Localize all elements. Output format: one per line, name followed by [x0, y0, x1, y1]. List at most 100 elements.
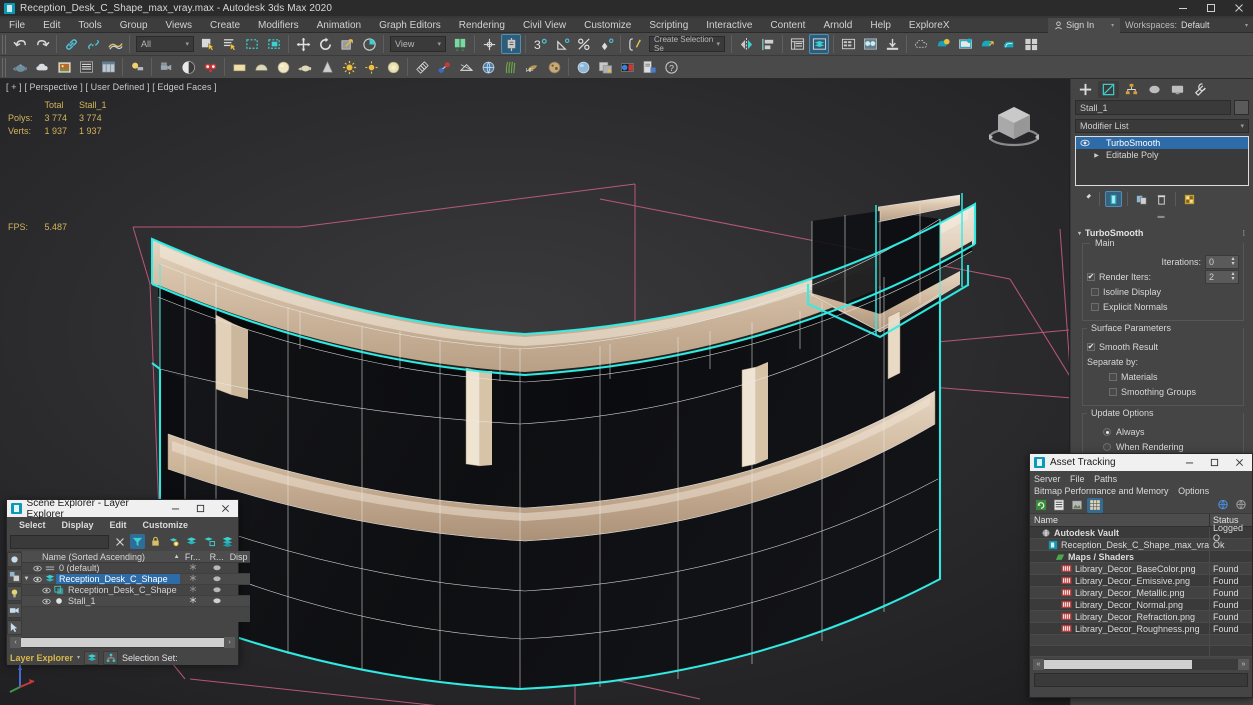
hierarchy-tab[interactable] — [1121, 81, 1142, 98]
render-iters-spinner[interactable]: 2 ▴ ▾ — [1205, 270, 1239, 284]
snaps-toggle-3d-button[interactable]: 3 — [530, 34, 550, 54]
column-display[interactable]: Disp — [228, 552, 250, 562]
toggle-scene-explorer-button[interactable] — [838, 34, 858, 54]
lightbulb-icon[interactable] — [7, 586, 22, 601]
frozen-cell[interactable] — [180, 574, 206, 584]
explicit-normals-checkbox[interactable] — [1091, 303, 1099, 311]
spinner-snap-toggle-button[interactable] — [596, 34, 616, 54]
column-name[interactable]: Name (Sorted Ascending) — [22, 552, 174, 562]
mirror-button[interactable] — [736, 34, 756, 54]
smoothing-groups-checkbox[interactable] — [1109, 388, 1117, 396]
use-pivot-point-center-button[interactable] — [450, 34, 470, 54]
camera-filter-icon[interactable] — [7, 603, 22, 618]
sort-hierarchy-icon[interactable] — [7, 569, 22, 584]
list-view-icon[interactable] — [1051, 498, 1067, 513]
select-and-link-button[interactable] — [61, 34, 81, 54]
modify-tab[interactable] — [1098, 80, 1119, 98]
spinner-arrows-icon[interactable]: ▴ ▾ — [1229, 271, 1237, 283]
remove-modifier-icon[interactable] — [1153, 191, 1170, 207]
object-paint-button[interactable] — [544, 57, 564, 77]
table-row[interactable]: Library_Decor_BaseColor.png Found — [1030, 563, 1252, 575]
table-row[interactable]: Library_Decor_Refraction.png Found — [1030, 611, 1252, 623]
select-and-move-button[interactable] — [293, 34, 313, 54]
omni-light-button[interactable] — [339, 57, 359, 77]
select-and-manipulate-button[interactable] — [479, 34, 499, 54]
asset-tracking-close-button[interactable] — [1227, 454, 1252, 471]
modifier-enable-toggle-icon[interactable] — [1078, 138, 1091, 148]
select-arrow-icon[interactable] — [7, 620, 22, 635]
sort-by-name-icon[interactable] — [7, 552, 22, 567]
menu-modifiers[interactable]: Modifiers — [249, 18, 308, 33]
scroll-left-arrow-icon[interactable]: ‹ — [10, 637, 21, 648]
row-expander[interactable]: ▼ — [22, 576, 31, 582]
scene-explorer-maximize-button[interactable] — [188, 500, 213, 517]
object-color-swatch[interactable] — [1234, 100, 1249, 115]
layer-explorer-button[interactable] — [787, 34, 807, 54]
select-and-scale-button[interactable] — [337, 34, 357, 54]
align-button[interactable] — [758, 34, 778, 54]
scene-explorer-horizontal-scrollbar[interactable]: ‹ › — [10, 637, 235, 648]
render-iters-checkbox[interactable] — [1087, 273, 1095, 281]
create-tab[interactable] — [1075, 81, 1096, 98]
asset-tracking-minimize-button[interactable] — [1177, 454, 1202, 471]
table-row[interactable]: Maps / Shaders — [1030, 551, 1252, 563]
hair-farm-button[interactable]: HF — [522, 57, 542, 77]
modifier-stack-item-editable-poly[interactable]: ▶ Editable Poly — [1076, 149, 1248, 161]
cone-primitive-button[interactable] — [317, 57, 337, 77]
vray-frame-buffer-button[interactable] — [617, 57, 637, 77]
viewport-label[interactable]: [ + ] [ Perspective ] [ User Defined ] [… — [6, 82, 217, 92]
render-frame-window-button[interactable] — [933, 34, 953, 54]
redo-button[interactable] — [32, 34, 52, 54]
sign-in-button[interactable]: Sign In ▾ — [1048, 17, 1121, 33]
menu-help[interactable]: Help — [861, 18, 900, 33]
configure-sets-icon[interactable] — [1181, 191, 1198, 207]
render-iterative-button[interactable] — [977, 34, 997, 54]
nested-layer-icon[interactable] — [202, 534, 217, 549]
renderable-cell[interactable] — [206, 563, 228, 573]
cloud-environment-button[interactable] — [32, 57, 52, 77]
visibility-eye-icon[interactable] — [40, 586, 53, 595]
modifier-stack-item-turbosmooth[interactable]: TurboSmooth — [1076, 137, 1248, 149]
always-row[interactable]: Always — [1087, 425, 1239, 439]
array-tool-button[interactable] — [412, 57, 432, 77]
table-row[interactable]: Library_Decor_Normal.png Found — [1030, 599, 1252, 611]
select-by-name-button[interactable] — [220, 34, 240, 54]
utilities-tab[interactable] — [1190, 81, 1211, 98]
table-row[interactable]: Autodesk Vault Logged O — [1030, 523, 1252, 543]
undo-button[interactable] — [10, 34, 30, 54]
asset-tracking-maximize-button[interactable] — [1202, 454, 1227, 471]
menu-animation[interactable]: Animation — [308, 18, 370, 33]
table-row[interactable]: Library_Decor_Emissive.png Found — [1030, 575, 1252, 587]
menu-create[interactable]: Create — [201, 18, 249, 33]
hair-and-fur-button[interactable] — [500, 57, 520, 77]
maximize-button[interactable] — [1197, 0, 1225, 16]
thumbnail-view-icon[interactable] — [1069, 498, 1085, 513]
active-shade-button[interactable] — [999, 34, 1019, 54]
menu-civil-view[interactable]: Civil View — [514, 18, 575, 33]
when-rendering-row[interactable]: When Rendering — [1087, 440, 1239, 454]
reference-coordinate-system-combo[interactable]: View ▾ — [390, 36, 446, 52]
scroll-left-arrow-icon[interactable]: « — [1033, 659, 1044, 670]
layer-icon[interactable] — [184, 534, 199, 549]
snaps-toggle-button[interactable] — [501, 34, 521, 54]
material-editor-button[interactable] — [860, 34, 880, 54]
character-studio-biped-button[interactable] — [200, 57, 220, 77]
snapshot-tool-button[interactable] — [434, 57, 454, 77]
lock-icon[interactable] — [148, 534, 163, 549]
asset-tracking-titlebar[interactable]: Asset Tracking — [1030, 454, 1252, 471]
rollout-collapse-icon[interactable]: ▾ — [1078, 230, 1081, 237]
menu-tools[interactable]: Tools — [69, 18, 110, 33]
column-renderable[interactable]: R... — [206, 552, 228, 562]
table-row[interactable]: Reception_Desk_C_Shape — [22, 585, 250, 596]
light-lister-button[interactable] — [127, 57, 147, 77]
asset-menu-paths[interactable]: Paths — [1094, 473, 1117, 485]
scrollbar-thumb[interactable] — [21, 638, 224, 647]
render-to-texture-button[interactable] — [1021, 34, 1041, 54]
scroll-right-arrow-icon[interactable]: » — [1238, 659, 1249, 670]
toolbar-grip[interactable] — [2, 34, 7, 54]
named-selection-sets-combo[interactable]: Create Selection Se ▾ — [649, 35, 725, 53]
window-crossing-toggle-button[interactable] — [264, 34, 284, 54]
menu-explorex[interactable]: ExploreX — [900, 18, 959, 33]
spacing-tool-button[interactable] — [456, 57, 476, 77]
frozen-cell[interactable] — [180, 585, 206, 595]
